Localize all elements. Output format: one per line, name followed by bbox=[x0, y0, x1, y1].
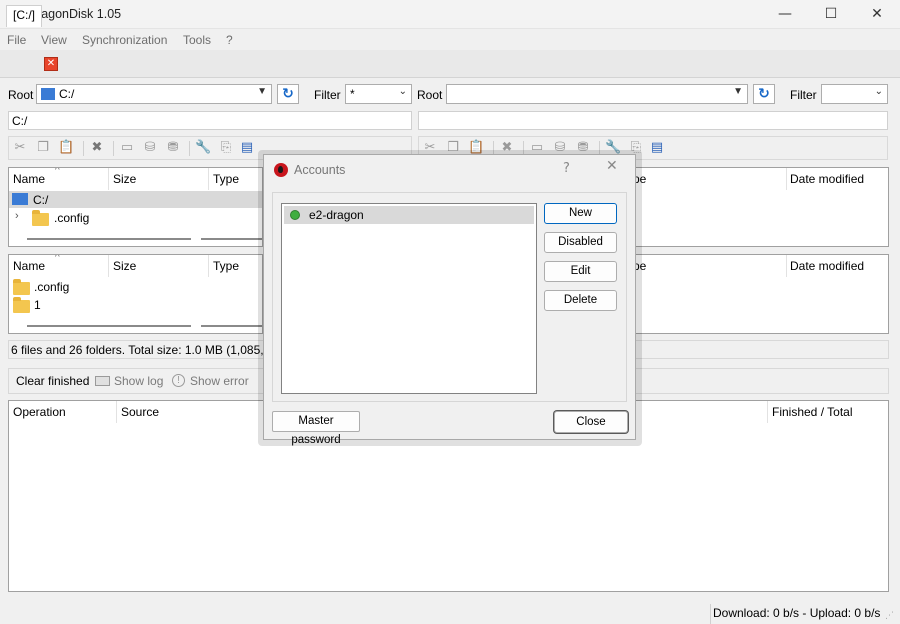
view-mode-icon[interactable]: ▤ bbox=[649, 140, 665, 156]
master-password-button[interactable]: Master password bbox=[272, 411, 360, 446]
log-icon bbox=[95, 376, 110, 386]
column-header-source[interactable]: Source bbox=[117, 401, 267, 423]
right-path-field[interactable] bbox=[418, 111, 888, 130]
chevron-down-icon: ▼ bbox=[733, 86, 743, 97]
delete-icon[interactable]: ✖ bbox=[89, 140, 105, 156]
menu-view[interactable]: View bbox=[41, 33, 67, 47]
edit-account-button[interactable]: Edit bbox=[544, 261, 617, 282]
list-item[interactable]: .config bbox=[34, 280, 69, 294]
menu-synchronization[interactable]: Synchronization bbox=[82, 33, 167, 47]
tab-c-drive[interactable]: [C:/] bbox=[6, 5, 43, 27]
drive-icon bbox=[41, 88, 55, 100]
left-refresh-button[interactable]: ↻ bbox=[277, 84, 299, 104]
horizontal-scrollbar[interactable] bbox=[27, 238, 191, 240]
folder-icon bbox=[13, 297, 30, 313]
maximize-icon[interactable]: ☐ bbox=[808, 0, 854, 29]
accounts-dialog: Accounts ? ✕ e2-dragon New Disabled Edit… bbox=[263, 154, 636, 446]
left-root-label: Root bbox=[8, 88, 34, 102]
left-filter-label: Filter bbox=[314, 88, 341, 102]
dialog-help-icon[interactable]: ? bbox=[563, 161, 570, 176]
status-online-icon bbox=[290, 210, 300, 220]
toolbar-separator bbox=[83, 141, 84, 156]
toolbar-separator bbox=[113, 141, 114, 156]
dragondisk-logo-icon bbox=[274, 163, 288, 177]
menu-help[interactable]: ? bbox=[226, 33, 233, 47]
left-root-value: C:/ bbox=[59, 87, 75, 101]
tab-strip bbox=[0, 50, 900, 78]
minimize-icon[interactable]: — bbox=[762, 0, 808, 29]
horizontal-scrollbar[interactable] bbox=[201, 325, 262, 327]
right-refresh-button[interactable]: ↻ bbox=[753, 84, 775, 104]
horizontal-scrollbar[interactable] bbox=[201, 238, 262, 240]
left-filter-combo[interactable]: * ⌄ bbox=[345, 84, 412, 104]
clear-finished-button[interactable]: Clear finished bbox=[16, 374, 89, 388]
right-root-label: Root bbox=[417, 88, 443, 102]
transfer-rate-status: Download: 0 b/s - Upload: 0 b/s bbox=[710, 604, 882, 624]
column-header-date-modified[interactable]: Date modified bbox=[786, 255, 888, 277]
toolbar-separator bbox=[189, 141, 190, 156]
paste-icon[interactable]: 📋 bbox=[58, 140, 74, 156]
column-header-size[interactable]: Size bbox=[109, 168, 209, 190]
show-log-button[interactable]: Show log bbox=[114, 374, 163, 388]
copy-icon[interactable]: ❐ bbox=[35, 140, 51, 156]
tree-row-label: C:/ bbox=[33, 193, 49, 207]
tab-close-icon[interactable]: ✕ bbox=[44, 57, 58, 71]
acl-icon[interactable]: ⎘ bbox=[218, 140, 234, 156]
dialog-close-icon[interactable]: ✕ bbox=[606, 158, 618, 174]
left-path-field[interactable]: C:/ bbox=[8, 111, 412, 130]
close-window-icon[interactable]: ✕ bbox=[854, 0, 900, 29]
show-error-button[interactable]: Show error bbox=[190, 374, 249, 388]
tree-row-label[interactable]: .config bbox=[54, 211, 89, 225]
drive-icon bbox=[12, 193, 28, 205]
left-tree-panel[interactable]: Name ^ Size Type C:/ › .config bbox=[8, 167, 263, 247]
expand-chevron-icon[interactable]: › bbox=[15, 210, 19, 222]
chevron-down-icon: ▼ bbox=[257, 86, 267, 97]
new-folder-icon[interactable]: ▭ bbox=[119, 140, 135, 156]
column-header-type[interactable]: Type bbox=[209, 255, 262, 277]
accounts-list[interactable]: e2-dragon bbox=[281, 203, 537, 394]
delete-account-button[interactable]: Delete bbox=[544, 290, 617, 311]
sort-ascending-icon: ^ bbox=[55, 167, 60, 176]
column-header-date-modified[interactable]: Date modified bbox=[786, 168, 888, 190]
error-icon: ! bbox=[172, 374, 185, 387]
column-header-finished-total[interactable]: Finished / Total bbox=[767, 401, 888, 423]
left-root-combo[interactable]: C:/ ▼ bbox=[36, 84, 272, 104]
menu-bar: File View Synchronization Tools ? bbox=[0, 30, 900, 50]
folder-icon bbox=[32, 210, 49, 226]
column-header-type[interactable]: pe bbox=[629, 168, 787, 190]
column-header-type[interactable]: Type bbox=[209, 168, 262, 190]
close-dialog-button[interactable]: Close bbox=[554, 411, 628, 433]
sort-ascending-icon: ^ bbox=[55, 254, 60, 263]
column-header-size[interactable]: Size bbox=[109, 255, 209, 277]
folder-icon bbox=[13, 279, 30, 295]
tree-row-selected[interactable]: C:/ bbox=[9, 191, 262, 208]
horizontal-scrollbar[interactable] bbox=[27, 325, 191, 327]
right-root-combo[interactable]: ▼ bbox=[446, 84, 748, 104]
account-row[interactable]: e2-dragon bbox=[284, 206, 534, 224]
account-name: e2-dragon bbox=[309, 208, 364, 222]
disable-account-button[interactable]: Disabled bbox=[544, 232, 617, 253]
column-header-type[interactable]: pe bbox=[629, 255, 787, 277]
right-filter-label: Filter bbox=[790, 88, 817, 102]
bucket-settings-icon[interactable]: ⛃ bbox=[165, 140, 181, 156]
bucket-icon[interactable]: ⛁ bbox=[142, 140, 158, 156]
chevron-down-icon: ⌄ bbox=[398, 86, 407, 97]
dialog-title: Accounts bbox=[294, 163, 346, 177]
cut-icon[interactable]: ✂ bbox=[12, 140, 28, 156]
right-filter-combo[interactable]: ⌄ bbox=[821, 84, 888, 104]
list-item[interactable]: 1 bbox=[34, 298, 41, 312]
left-filter-value: * bbox=[350, 87, 355, 101]
properties-icon[interactable]: 🔧 bbox=[195, 140, 211, 156]
menu-tools[interactable]: Tools bbox=[183, 33, 211, 47]
column-header-operation[interactable]: Operation bbox=[9, 401, 117, 423]
left-file-list[interactable]: Name ^ Size Type .config 1 bbox=[8, 254, 263, 334]
resize-grip-icon[interactable]: ⋰ bbox=[885, 610, 894, 621]
menu-file[interactable]: File bbox=[7, 33, 26, 47]
view-mode-icon[interactable]: ▤ bbox=[239, 140, 255, 156]
new-account-button[interactable]: New bbox=[544, 203, 617, 224]
chevron-down-icon: ⌄ bbox=[874, 86, 883, 97]
